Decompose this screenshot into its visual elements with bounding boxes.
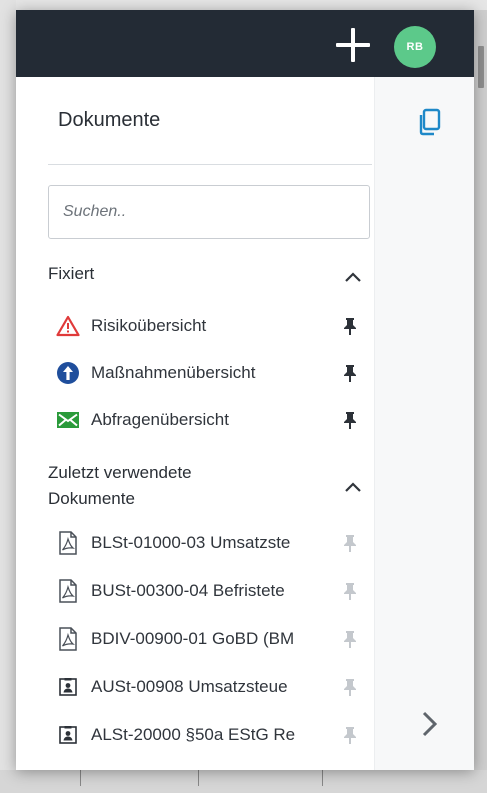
- pin-icon[interactable]: [342, 725, 358, 745]
- pin-icon[interactable]: [342, 629, 358, 649]
- background-left: [0, 0, 16, 793]
- recent-collapse-chevron-up-icon[interactable]: [342, 478, 364, 496]
- recent-item[interactable]: BUSt-00300-04 Befristete: [48, 571, 368, 611]
- recent-item-label: AUSt-00908 Umsatzsteue: [91, 677, 288, 696]
- divider: [48, 164, 372, 165]
- recent-item-label: ALSt-20000 §50a EStG Re: [91, 725, 296, 744]
- recent-item-label: BDIV-00900-01 GoBD (BM: [91, 629, 295, 648]
- pdf-file-icon: [56, 531, 80, 555]
- pinned-item[interactable]: Abfragenübersicht: [48, 400, 368, 440]
- recent-item-label: BLSt-01000-03 Umsatzste: [91, 533, 291, 552]
- pin-icon[interactable]: [342, 410, 358, 430]
- pin-icon[interactable]: [342, 581, 358, 601]
- grid-line: [198, 770, 199, 786]
- recent-item-label: BUSt-00300-04 Befristete: [91, 581, 285, 600]
- grid-line: [80, 770, 81, 786]
- top-bar: RB: [16, 10, 474, 77]
- panel-title: Dokumente: [58, 109, 161, 131]
- background-bottom: [0, 770, 487, 793]
- pinned-heading: Fixiert: [48, 264, 95, 283]
- pdf-file-icon: [56, 627, 80, 651]
- contact-card-icon: [56, 675, 80, 699]
- pin-icon[interactable]: [342, 363, 358, 383]
- copy-documents-icon[interactable]: [416, 108, 442, 136]
- pinned-item[interactable]: Maßnahmenübersicht: [48, 353, 368, 393]
- pin-icon[interactable]: [342, 677, 358, 697]
- recent-item[interactable]: ALSt-20000 §50a EStG Re: [48, 715, 368, 755]
- contact-card-icon: [56, 723, 80, 747]
- pinned-item-label: Abfragenübersicht: [91, 410, 229, 429]
- pinned-item[interactable]: Risikoübersicht: [48, 306, 368, 346]
- pin-icon[interactable]: [342, 316, 358, 336]
- envelope-icon: [56, 408, 80, 432]
- documents-window: RB Dokumente Fixiert Risikoübersicht Maß…: [16, 10, 474, 770]
- scrollbar-thumb[interactable]: [478, 46, 484, 88]
- recent-heading-line2: Dokumente: [48, 489, 135, 508]
- avatar[interactable]: RB: [394, 26, 436, 68]
- pinned-item-label: Risikoübersicht: [91, 316, 207, 335]
- arrow-up-circle-icon: [56, 361, 80, 385]
- grid-line: [322, 770, 323, 786]
- pdf-file-icon: [56, 579, 80, 603]
- recent-heading-line1: Zuletzt verwendete: [48, 463, 192, 482]
- recent-item[interactable]: BDIV-00900-01 GoBD (BM: [48, 619, 368, 659]
- search-input[interactable]: [48, 185, 370, 239]
- add-button[interactable]: [334, 26, 372, 64]
- side-strip: [374, 77, 474, 770]
- chevron-right-icon[interactable]: [416, 708, 442, 740]
- recent-item[interactable]: BLSt-01000-03 Umsatzste: [48, 523, 368, 563]
- pinned-collapse-chevron-up-icon[interactable]: [342, 268, 364, 286]
- warning-triangle-icon: [56, 314, 80, 338]
- pin-icon[interactable]: [342, 533, 358, 553]
- recent-item[interactable]: AUSt-00908 Umsatzsteue: [48, 667, 368, 707]
- background-scrollbar[interactable]: [474, 10, 487, 793]
- pinned-item-label: Maßnahmenübersicht: [91, 363, 256, 382]
